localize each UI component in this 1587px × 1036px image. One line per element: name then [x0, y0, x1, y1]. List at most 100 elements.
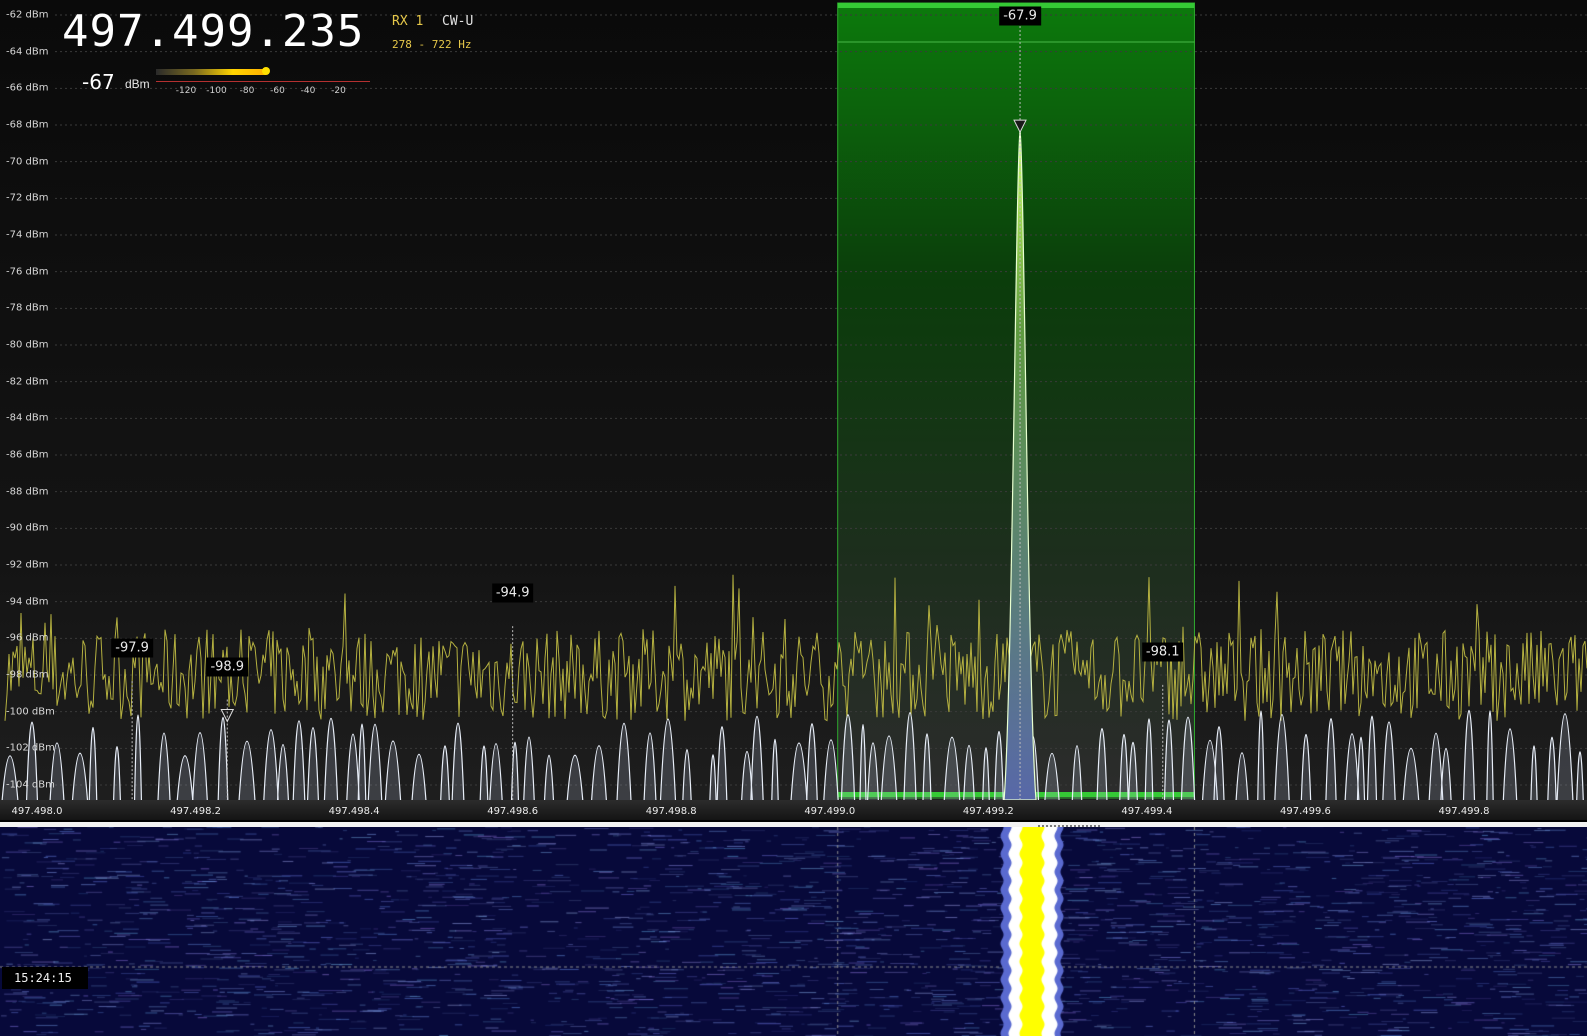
signal-spike: [479, 745, 489, 800]
signal-spike: [238, 740, 256, 800]
signal-spike: [523, 736, 535, 800]
signal-spike: [323, 718, 339, 800]
signal-spike: [1530, 745, 1538, 800]
signal-spike: [276, 744, 290, 800]
dbm-tick-label: -80 dBm: [6, 339, 49, 351]
peak-label: -98.1: [1141, 642, 1184, 662]
signal-spike: [133, 714, 143, 800]
dbm-tick-label: -78 dBm: [6, 302, 49, 314]
signal-spike: [543, 754, 555, 800]
tuning-marker[interactable]: [1038, 822, 1100, 827]
dbm-tick-label: -84 dBm: [6, 412, 49, 424]
signal-spike: [1356, 736, 1366, 800]
signal-spike: [88, 726, 98, 800]
signal-spike: [1440, 747, 1452, 800]
frequency-tick-label: 497.498.8: [645, 806, 697, 817]
signal-spike: [616, 723, 632, 800]
frequency-axis[interactable]: 497.498.0 497.498.2 497.498.4 497.498.6 497.…: [0, 800, 1587, 820]
signal-spike: [823, 739, 839, 800]
signal-spike: [790, 742, 808, 800]
signal-spike: [1213, 726, 1225, 800]
signal-spike: [1547, 736, 1557, 800]
peak-label: -67.9: [999, 6, 1041, 26]
smeter-scale-tick: -40: [300, 86, 316, 96]
signal-spike: [1325, 718, 1337, 800]
waterfall-timestamp: 15:24:15: [2, 967, 88, 989]
signal-spike: [771, 739, 779, 800]
signal-spike: [367, 724, 383, 800]
signal-spike: [1428, 732, 1444, 800]
mode-label[interactable]: CW-U: [442, 14, 473, 29]
frequency-tick-label: 497.498.6: [487, 806, 539, 817]
signal-spike: [1, 755, 19, 800]
signal-spike: [263, 729, 279, 800]
signal-spike: [489, 743, 503, 800]
smeter-bar: [156, 69, 266, 75]
signal-spike: [307, 727, 319, 800]
dbm-tick-label: -74 dBm: [6, 229, 49, 241]
waterfall-display[interactable]: 15:24:15: [0, 822, 1587, 1036]
signal-spike: [750, 715, 764, 800]
dbm-tick-label: -64 dBm: [6, 46, 49, 58]
smeter-scale-tick: -100: [206, 86, 227, 96]
smeter-scale-tick: -120: [175, 86, 197, 96]
signal-spike: [292, 720, 306, 800]
dbm-tick-label: -94 dBm: [6, 596, 49, 608]
peak-label: -98.9: [206, 657, 249, 676]
frequency-tick-label: 497.499.4: [1121, 806, 1173, 817]
smeter-unit: dBm: [125, 77, 150, 91]
waterfall-canvas[interactable]: [0, 822, 1587, 1036]
signal-spike: [1462, 709, 1476, 800]
smeter-value: -67: [82, 70, 115, 94]
spectrum-plot[interactable]: [0, 0, 1587, 800]
dbm-tick-label: -66 dBm: [6, 82, 49, 94]
frequency-tick-label: 497.499.6: [1279, 806, 1331, 817]
bandwidth-label[interactable]: 278 - 722 Hz: [392, 38, 471, 51]
signal-spike: [806, 723, 818, 800]
spectrum-display[interactable]: -62 dBm -64 dBm -66 dBm -68 dBm -70 dBm -72 d…: [0, 0, 1587, 800]
smeter-scale-tick: -80: [239, 86, 255, 96]
frequency-tick-label: 497.498.0: [11, 806, 63, 817]
signal-spike: [217, 717, 229, 800]
signal-spike: [1235, 752, 1249, 800]
frequency-readout[interactable]: 497.499.235: [62, 6, 364, 57]
signal-spike: [1486, 710, 1494, 800]
signal-spike: [682, 748, 692, 800]
frequency-tick-label: 497.498.2: [170, 806, 221, 817]
signal-spike: [709, 754, 717, 800]
signal-spike: [1382, 721, 1396, 800]
signal-spike: [1556, 713, 1574, 800]
signal-spike: [1366, 715, 1378, 800]
smeter-scale-tick: -60: [270, 86, 285, 96]
signal-spike: [451, 722, 465, 800]
signal-spike: [716, 726, 728, 800]
signal-spike: [176, 755, 194, 800]
signal-spike: [591, 745, 607, 800]
frequency-tick-label: 497.499.0: [804, 806, 856, 817]
dbm-tick-label: -104 dBm: [6, 779, 55, 791]
dbm-tick-label: -100 dBm: [6, 706, 55, 718]
signal-spike: [1274, 713, 1290, 800]
signal-spike: [113, 746, 121, 800]
signal-spike: [643, 732, 657, 800]
signal-spike: [440, 745, 450, 800]
dbm-tick-label: -98 dBm: [6, 669, 49, 681]
dbm-tick-label: -62 dBm: [6, 9, 49, 21]
smeter-scale-tick: -20: [331, 86, 346, 96]
smeter-scale-line: [156, 81, 370, 82]
dbm-tick-label: -92 dBm: [6, 559, 49, 571]
signal-spike: [157, 732, 171, 800]
dbm-tick-label: -72 dBm: [6, 192, 49, 204]
noise-trace: [4, 574, 1587, 722]
signal-spike: [659, 718, 677, 800]
signal-spike: [1402, 747, 1420, 800]
signal-spike: [1300, 733, 1312, 800]
signal-spike: [566, 754, 584, 800]
signal-spike: [346, 733, 360, 800]
signal-spike: [1344, 733, 1360, 800]
receiver-label[interactable]: RX 1: [392, 14, 423, 29]
dbm-tick-label: -82 dBm: [6, 376, 49, 388]
signal-spike: [411, 753, 427, 800]
signal-spike: [1576, 751, 1584, 800]
signal-spike: [71, 752, 89, 800]
